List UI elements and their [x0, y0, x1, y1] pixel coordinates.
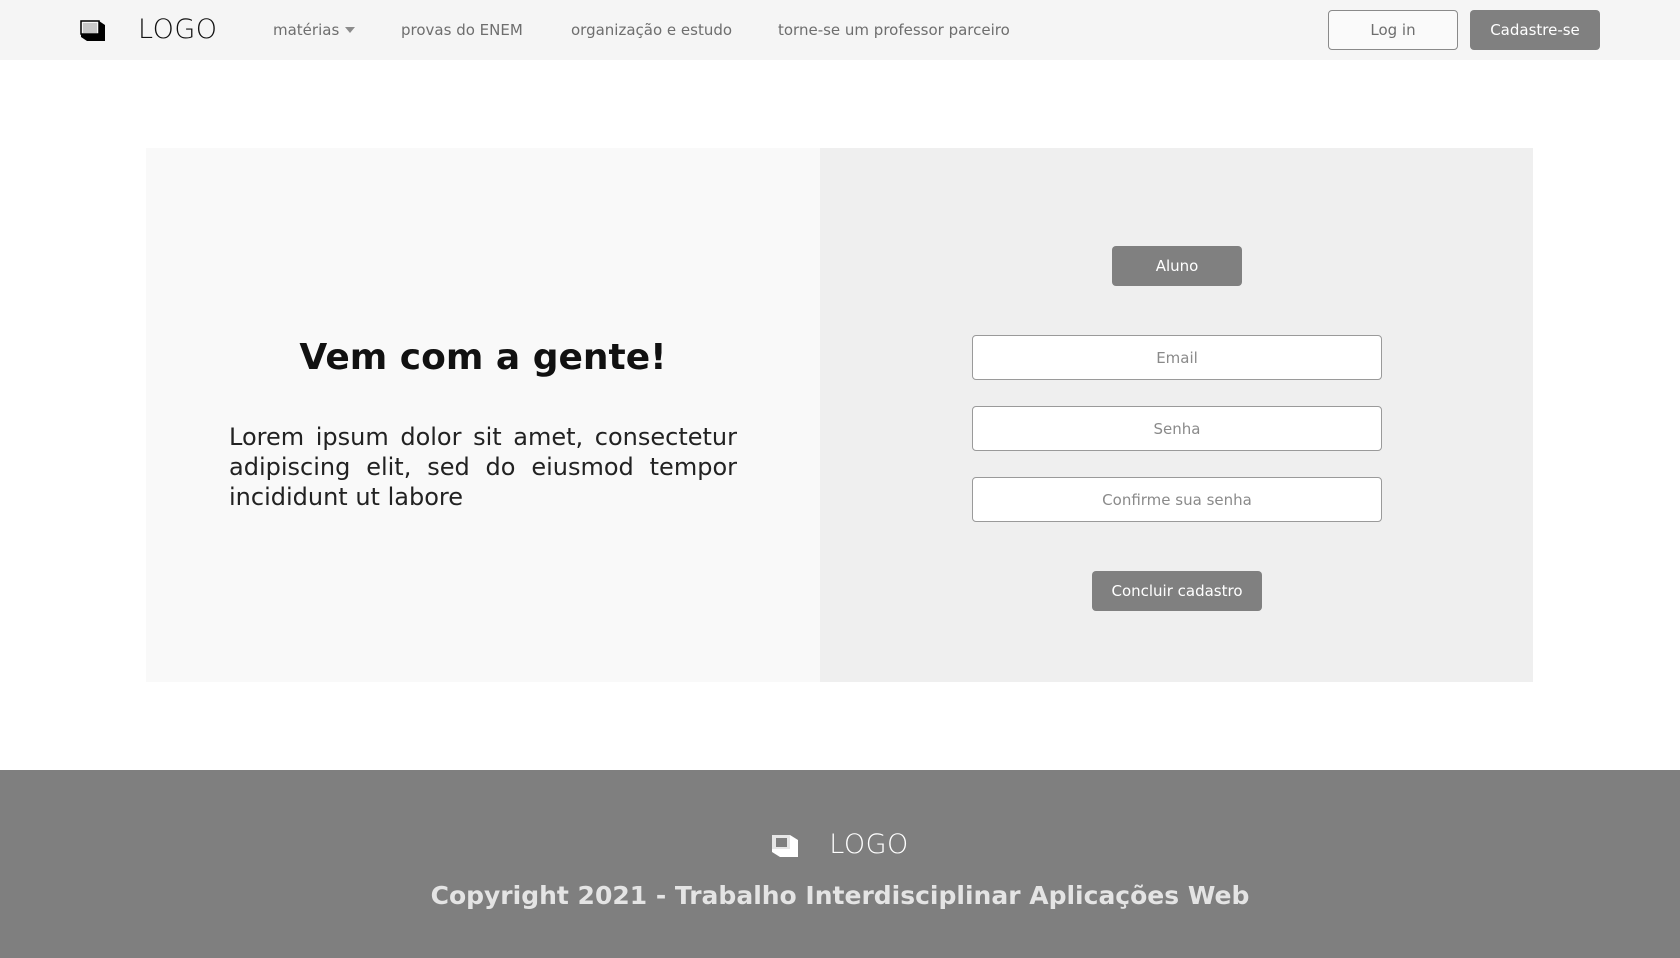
- page-title: Vem com a gente!: [299, 337, 667, 378]
- confirm-password-field[interactable]: [972, 477, 1382, 522]
- nav-materias-label: matérias: [273, 21, 340, 39]
- login-button[interactable]: Log in: [1328, 10, 1458, 50]
- signup-button[interactable]: Cadastre-se: [1470, 10, 1600, 50]
- top-navbar: LOGO matérias provas do ENEM organização…: [0, 0, 1680, 60]
- footer-brand: LOGO: [0, 830, 1680, 860]
- nav-provas-enem[interactable]: provas do ENEM: [401, 19, 523, 41]
- logo-cube-icon: [80, 20, 105, 41]
- signup-form-panel: Aluno Concluir cadastro: [820, 148, 1533, 682]
- intro-text: Lorem ipsum dolor sit amet, consectetur …: [229, 423, 737, 511]
- nav-professor-parceiro[interactable]: torne-se um professor parceiro: [778, 19, 1010, 41]
- role-aluno-button[interactable]: Aluno: [1112, 246, 1242, 286]
- nav-organizacao-estudo[interactable]: organização e estudo: [571, 19, 732, 41]
- nav-materias[interactable]: matérias: [273, 19, 356, 41]
- caret-down-icon: [345, 27, 356, 33]
- brand-logo[interactable]: LOGO: [80, 15, 218, 45]
- copyright-text: Copyright 2021 - Trabalho Interdisciplin…: [430, 881, 1250, 910]
- logo-cube-icon: [772, 835, 799, 857]
- password-field[interactable]: [972, 406, 1382, 451]
- footer: LOGO Copyright 2021 - Trabalho Interdisc…: [0, 770, 1680, 958]
- email-field[interactable]: [972, 335, 1382, 380]
- submit-signup-button[interactable]: Concluir cadastro: [1092, 571, 1262, 611]
- intro-panel: Vem com a gente! Lorem ipsum dolor sit a…: [146, 148, 820, 682]
- footer-logo-text: LOGO: [829, 829, 909, 860]
- logo-text: LOGO: [138, 14, 218, 45]
